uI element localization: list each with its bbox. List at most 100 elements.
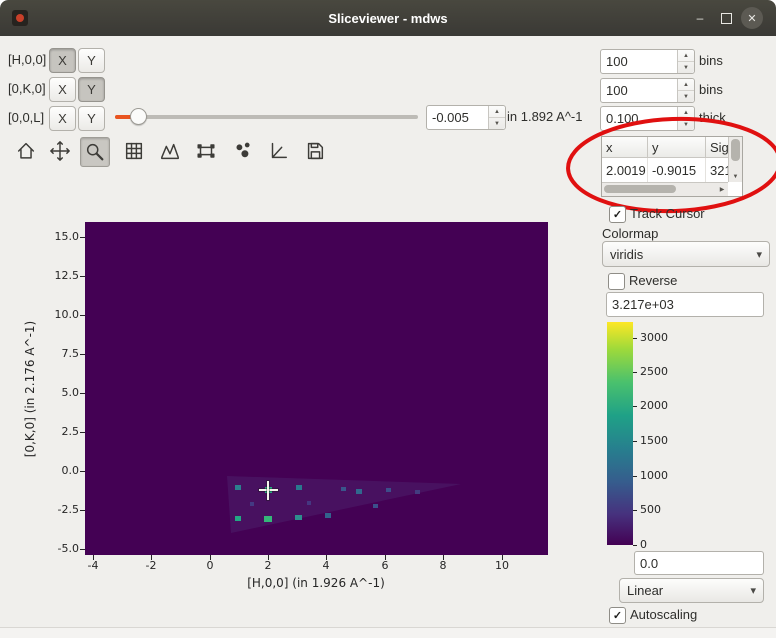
spin-down-icon[interactable]: ▼ — [678, 62, 694, 73]
zoom-icon — [84, 141, 106, 163]
colorbar[interactable] — [607, 322, 633, 545]
cell-x: 2.0019 — [602, 158, 648, 182]
colorbar-tick-label: 500 — [640, 503, 680, 516]
dim-h00-x-button[interactable]: X — [49, 48, 76, 73]
spin-down-icon[interactable]: ▼ — [678, 91, 694, 102]
colormap-value: viridis — [610, 247, 643, 262]
status-bar — [0, 627, 776, 638]
signal-spot — [296, 485, 302, 490]
column-header-y[interactable]: y — [648, 137, 706, 158]
spin-arrows[interactable]: ▲ ▼ — [488, 106, 505, 129]
maximize-button[interactable] — [716, 8, 736, 28]
colorbar-max-value: 3.217e+03 — [612, 297, 674, 312]
spin-up-icon[interactable]: ▲ — [678, 107, 694, 119]
colorbar-tick — [633, 441, 637, 442]
track-cursor-checkbox[interactable]: ✓ — [609, 206, 626, 223]
colorbar-min-value: 0.0 — [640, 556, 658, 571]
nonorthogonal-view-icon — [267, 140, 289, 162]
dim-h00-y-button[interactable]: Y — [78, 48, 105, 73]
slice-value: -0.005 — [432, 110, 469, 125]
colorbar-tick-label: 3000 — [640, 331, 680, 344]
line-plots-button[interactable] — [156, 137, 184, 165]
y-tickmark — [80, 354, 85, 355]
colormap-dropdown[interactable]: viridis ▾ — [602, 241, 770, 267]
slider-groove[interactable] — [115, 115, 418, 119]
x-tick-label: -4 — [76, 559, 110, 572]
line-plots-icon — [159, 140, 181, 162]
minimize-icon: – — [697, 11, 704, 25]
autoscaling-checkbox[interactable]: ✓ — [609, 607, 626, 624]
colorbar-tick-label: 1500 — [640, 434, 680, 447]
bins-k-value: 100 — [606, 83, 628, 98]
cursor-cross-icon — [267, 481, 269, 500]
sliceviewer-window: Sliceviewer - mdws – ✕ [H,0,0] X Y [0,K,… — [0, 0, 776, 638]
colorbar-max-input[interactable]: 3.217e+03 — [606, 292, 764, 317]
signal-spot — [341, 487, 346, 491]
dim-label-h00: [H,0,0] — [8, 48, 46, 71]
titlebar[interactable]: Sliceviewer - mdws – ✕ — [0, 0, 776, 36]
spin-up-icon[interactable]: ▲ — [678, 79, 694, 91]
thickness-value: 0.100 — [606, 111, 639, 126]
slice-plot-canvas[interactable] — [85, 222, 548, 555]
slider-handle[interactable] — [130, 108, 147, 125]
y-tick-label: 15.0 — [41, 230, 79, 243]
signal-spot — [415, 490, 420, 494]
peaks-overlay-button[interactable] — [230, 137, 258, 165]
zoom-button[interactable] — [80, 137, 110, 167]
y-tick-label: 10.0 — [41, 308, 79, 321]
spin-arrows[interactable]: ▲ ▼ — [677, 50, 694, 73]
thickness-spinbox[interactable]: 0.100 ▲ ▼ — [600, 106, 695, 131]
x-tick-label: 4 — [309, 559, 343, 572]
slice-slider[interactable] — [115, 108, 418, 126]
colorbar-tick-label: 0 — [640, 538, 680, 551]
close-icon: ✕ — [747, 12, 756, 25]
dim-00l-x-button[interactable]: X — [49, 106, 76, 131]
cell-y: -0.9015 — [648, 158, 706, 182]
home-button[interactable] — [12, 137, 40, 165]
spin-up-icon[interactable]: ▲ — [678, 50, 694, 62]
window-title: Sliceviewer - mdws — [328, 11, 447, 26]
y-tick-label: 2.5 — [41, 425, 79, 438]
column-header-signal[interactable]: Sign — [706, 137, 728, 158]
y-tickmark — [80, 549, 85, 550]
check-icon: ✓ — [613, 609, 622, 622]
bins-h-spinbox[interactable]: 100 ▲ ▼ — [600, 49, 695, 74]
spin-arrows[interactable]: ▲ ▼ — [677, 79, 694, 102]
dim-0k0-x-button[interactable]: X — [49, 77, 76, 102]
spin-up-icon[interactable]: ▲ — [489, 106, 505, 118]
spin-arrows[interactable]: ▲ ▼ — [677, 107, 694, 130]
scrollbar-thumb[interactable] — [604, 185, 676, 193]
y-tickmark — [80, 432, 85, 433]
signal-spot — [295, 515, 302, 520]
spin-down-icon[interactable]: ▼ — [489, 118, 505, 129]
dim-label-0k0: [0,K,0] — [8, 77, 46, 100]
x-tick-label: 6 — [368, 559, 402, 572]
colorbar-min-input[interactable]: 0.0 — [634, 551, 764, 575]
reverse-label: Reverse — [629, 269, 677, 292]
dim-00l-y-button[interactable]: Y — [78, 106, 105, 131]
table-horizontal-scrollbar[interactable]: ▶ — [602, 182, 728, 196]
minimize-button[interactable]: – — [690, 8, 710, 28]
scroll-right-icon[interactable]: ▶ — [716, 183, 728, 195]
slice-value-spinbox[interactable]: -0.005 ▲ ▼ — [426, 105, 506, 130]
bins-k-spinbox[interactable]: 100 ▲ ▼ — [600, 78, 695, 103]
reverse-checkbox[interactable] — [608, 273, 625, 290]
close-button[interactable]: ✕ — [741, 7, 763, 29]
spin-down-icon[interactable]: ▼ — [678, 119, 694, 130]
grid-button[interactable] — [120, 137, 148, 165]
slice-unit-label: in 1.892 A^-1 — [507, 105, 583, 128]
scale-dropdown[interactable]: Linear ▾ — [619, 578, 764, 603]
table-vertical-scrollbar[interactable]: ▼ — [728, 137, 742, 182]
save-button[interactable] — [301, 137, 329, 165]
region-selection-button[interactable] — [192, 137, 220, 165]
nonorthogonal-view-button[interactable] — [264, 137, 292, 165]
column-header-x[interactable]: x — [602, 137, 648, 158]
check-icon: ✓ — [613, 208, 622, 221]
scroll-down-icon[interactable]: ▼ — [729, 171, 742, 182]
pan-button[interactable] — [46, 137, 74, 165]
scrollbar-thumb[interactable] — [731, 139, 740, 161]
cursor-info-table[interactable]: x y Sign 2.0019 -0.9015 321 ▼ ▶ — [601, 136, 743, 197]
dim-0k0-y-button[interactable]: Y — [78, 77, 105, 102]
peaks-overlay-icon — [233, 140, 255, 162]
chevron-down-icon: ▾ — [750, 584, 756, 597]
